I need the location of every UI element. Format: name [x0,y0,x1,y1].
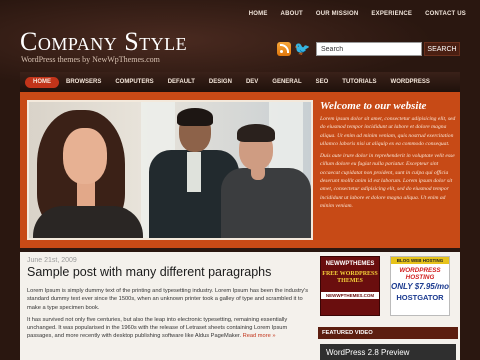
ad-text: FREE WORDPRESS THEMES [322,271,378,284]
search-input[interactable] [316,42,422,56]
topnav-our-mission[interactable]: OUR MISSION [316,11,359,17]
ad-text: WORDPRESS HOSTING [399,267,441,281]
ad-heading: BLOG WEB HOSTING [391,257,449,264]
post-paragraph: It has survived not only five centuries,… [27,316,310,341]
welcome-paragraph: Duis aute irure dolor in reprehenderit i… [320,153,455,209]
post-body: Lorem Ipsum is simply dummy text of the … [27,287,310,345]
woman-jacket [33,206,143,238]
ad-url: NEWWPTHEMES.COM [321,292,379,299]
ad-brand: HOSTGATOR [396,293,444,302]
main-menu: HOME BROWSERS COMPUTERS DEFAULT DESIGN D… [20,72,460,92]
man-hair [177,108,213,126]
topnav-about[interactable]: ABOUT [281,11,303,17]
business-team-photo [27,100,313,240]
social-icons: 🐦 [277,42,310,56]
topnav-experience[interactable]: EXPERIENCE [371,11,412,17]
search-button[interactable]: SEARCH [424,42,460,56]
man-hair [237,124,275,142]
menu-item-default[interactable]: DEFAULT [161,77,202,88]
video-player[interactable]: WordPress 2.8 Preview [320,344,456,360]
menu-item-design[interactable]: DESIGN [202,77,239,88]
menu-item-dev[interactable]: DEV [239,77,265,88]
rss-icon[interactable] [277,42,291,56]
topnav-contact-us[interactable]: CONTACT US [425,11,466,17]
twitter-bird-icon[interactable]: 🐦 [294,42,310,56]
ad-title: NEWWPTHEMES [325,261,375,267]
ad-price: ONLY $7.95/mo [391,282,449,291]
newwpthemes-ad-banner[interactable]: NEWWPTHEMES FREE WORDPRESS THEMES NEWWPT… [320,256,380,316]
site-tagline: WordPress themes by NewWpThemes.com [21,55,160,64]
man-hand [251,164,265,180]
menu-item-seo[interactable]: SEO [309,77,336,88]
menu-item-wordpress[interactable]: WORDPRESS [384,77,437,88]
menu-item-general[interactable]: GENERAL [265,77,308,88]
menu-item-computers[interactable]: COMPUTERS [108,77,160,88]
featured-video-heading: FEATURED VIDEO [318,327,458,339]
man-suit [221,168,311,238]
post-title[interactable]: Sample post with many different paragrap… [27,265,271,279]
hostgator-ad-banner[interactable]: BLOG WEB HOSTING WORDPRESS HOSTING ONLY … [390,256,450,316]
post-date: June 21st, 2009 [27,257,77,264]
post-paragraph: Lorem Ipsum is simply dummy text of the … [27,288,309,311]
top-navigation: HOME ABOUT OUR MISSION EXPERIENCE CONTAC… [249,11,466,17]
welcome-title: Welcome to our website [320,100,427,112]
menu-item-tutorials[interactable]: TUTORIALS [335,77,383,88]
woman-face [63,128,107,184]
video-title: WordPress 2.8 Preview [326,348,410,357]
site-logo[interactable]: Company Style [20,27,187,57]
welcome-box: Welcome to our website Lorem ipsum dolor… [320,100,456,240]
man-shirt [187,152,201,192]
menu-item-home[interactable]: HOME [25,76,59,88]
read-more-link[interactable]: Read more » [243,333,276,339]
menu-item-browsers[interactable]: BROWSERS [59,77,108,88]
welcome-paragraph: Lorem ipsum dolor sit amet, consectetur … [320,116,456,147]
topnav-home[interactable]: HOME [249,11,268,17]
